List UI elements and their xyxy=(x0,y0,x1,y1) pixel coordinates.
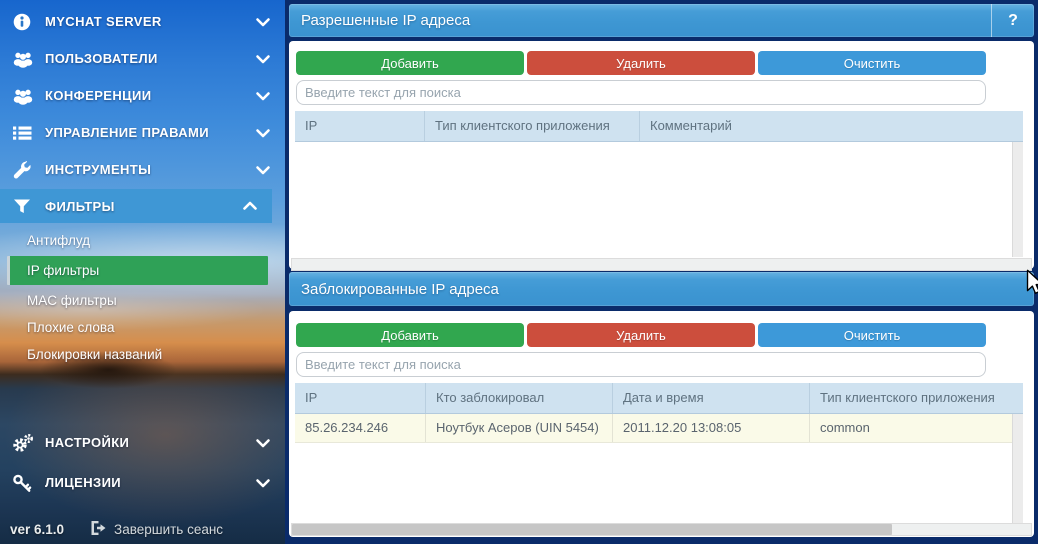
column-header-ip: IP xyxy=(295,111,425,141)
wrench-icon xyxy=(12,160,36,180)
sidebar-item-label: ФИЛЬТРЫ xyxy=(45,198,115,214)
submenu-item-label: Плохие слова xyxy=(27,320,115,335)
submenu-item-label: Антифлуд xyxy=(27,233,91,248)
table-row[interactable]: 85.26.234.246 Ноутбук Асеров (UIN 5454) … xyxy=(295,414,1023,443)
sidebar-item-tools[interactable]: ИНСТРУМЕНТЫ xyxy=(0,151,285,188)
chevron-down-icon xyxy=(253,123,273,143)
column-header-datetime: Дата и время xyxy=(613,383,810,413)
cell-client-type: common xyxy=(820,420,870,435)
horizontal-scrollbar-thumb[interactable] xyxy=(292,524,892,535)
sidebar: MYCHAT SERVER ПОЛЬЗОВАТЕЛИ КОНФЕРЕНЦИИ У… xyxy=(0,0,285,544)
table-header-row: IP Тип клиентского приложения Комментари… xyxy=(295,111,1023,142)
cell-ip: 85.26.234.246 xyxy=(295,414,426,442)
panel-title: Разрешенные IP адреса xyxy=(301,12,471,29)
cell-datetime: 2011.12.20 13:08:05 xyxy=(613,414,810,442)
search-input[interactable] xyxy=(296,80,986,105)
sidebar-item-filters[interactable]: ФИЛЬТРЫ xyxy=(0,189,272,223)
help-button[interactable]: ? xyxy=(991,4,1034,37)
submenu-item-label: IP фильтры xyxy=(27,263,100,278)
allowed-ips-table: IP Тип клиентского приложения Комментари… xyxy=(295,111,1023,257)
vertical-scrollbar[interactable] xyxy=(1012,142,1023,257)
submenu-item-antiflood[interactable]: Антифлуд xyxy=(0,227,285,254)
chevron-down-icon xyxy=(253,12,273,32)
key-icon xyxy=(12,473,36,493)
panel-title: Заблокированные IP адреса xyxy=(301,280,499,298)
sidebar-item-label: КОНФЕРЕНЦИИ xyxy=(45,88,152,103)
clear-button[interactable]: Очистить xyxy=(758,51,986,75)
sidebar-item-mychat-server[interactable]: MYCHAT SERVER xyxy=(0,3,285,40)
search-input[interactable] xyxy=(296,352,986,377)
horizontal-scrollbar[interactable] xyxy=(291,258,1032,271)
chevron-down-icon xyxy=(253,433,273,453)
column-header-ip: IP xyxy=(295,383,426,413)
vertical-scrollbar[interactable] xyxy=(1012,414,1023,523)
version-label: ver 6.1.0 xyxy=(10,521,65,537)
submenu-item-ip-filters[interactable]: IP фильтры xyxy=(7,256,268,285)
clear-button[interactable]: Очистить xyxy=(758,323,986,347)
blocked-ips-table: IP Кто заблокировал Дата и время Тип кли… xyxy=(295,383,1023,523)
table-header-row: IP Кто заблокировал Дата и время Тип кли… xyxy=(295,383,1023,414)
sidebar-item-licenses[interactable]: ЛИЦЕНЗИИ xyxy=(0,464,285,501)
sidebar-item-conferences[interactable]: КОНФЕРЕНЦИИ xyxy=(0,77,285,114)
cell-blocked-by: Ноутбук Асеров (UIN 5454) xyxy=(426,414,613,442)
column-header-client-type: Тип клиентского приложения xyxy=(425,111,640,141)
sidebar-footer: ver 6.1.0 Завершить сеанс xyxy=(0,514,285,544)
sidebar-item-label: УПРАВЛЕНИЕ ПРАВАМИ xyxy=(45,125,209,140)
sidebar-item-label: MYCHAT SERVER xyxy=(45,14,162,29)
submenu-item-label: MAC фильтры xyxy=(27,293,117,308)
chevron-down-icon xyxy=(253,473,273,493)
filter-icon xyxy=(12,196,36,216)
delete-button[interactable]: Удалить xyxy=(527,323,755,347)
allowed-ips-toolbar: Добавить Удалить Очистить xyxy=(296,51,986,75)
blocked-ips-panel-header: Заблокированные IP адреса xyxy=(289,272,1034,306)
submenu-item-mac-filters[interactable]: MAC фильтры xyxy=(0,287,285,314)
main-area: Разрешенные IP адреса ? Добавить Удалить… xyxy=(285,0,1038,544)
blocked-ips-toolbar: Добавить Удалить Очистить xyxy=(296,323,986,347)
sidebar-item-settings[interactable]: НАСТРОЙКИ xyxy=(0,424,285,461)
info-icon xyxy=(12,12,36,32)
gears-icon xyxy=(12,433,36,453)
chevron-up-icon xyxy=(240,196,260,216)
column-header-blocked-by: Кто заблокировал xyxy=(426,383,613,413)
delete-button[interactable]: Удалить xyxy=(527,51,755,75)
submenu-item-bad-words[interactable]: Плохие слова xyxy=(0,314,285,341)
chevron-down-icon xyxy=(253,86,273,106)
horizontal-scrollbar[interactable] xyxy=(291,523,1032,536)
chevron-down-icon xyxy=(253,160,273,180)
users-icon xyxy=(12,49,36,69)
sidebar-item-label: НАСТРОЙКИ xyxy=(45,435,130,450)
sidebar-item-rights-management[interactable]: УПРАВЛЕНИЕ ПРАВАМИ xyxy=(0,114,285,151)
add-button[interactable]: Добавить xyxy=(296,323,524,347)
sidebar-item-label: ПОЛЬЗОВАТЕЛИ xyxy=(45,51,158,66)
submenu-item-label: Блокировки названий xyxy=(27,347,163,362)
logout-button[interactable]: Завершить сеанс xyxy=(90,520,223,539)
sidebar-item-users[interactable]: ПОЛЬЗОВАТЕЛИ xyxy=(0,40,285,77)
filters-submenu: Антифлуд IP фильтры MAC фильтры Плохие с… xyxy=(0,227,285,368)
sidebar-item-label: ИНСТРУМЕНТЫ xyxy=(45,162,152,177)
logout-icon xyxy=(90,520,107,539)
sidebar-item-label: ЛИЦЕНЗИИ xyxy=(45,475,122,490)
list-icon xyxy=(12,123,36,143)
allowed-ips-panel-header: Разрешенные IP адреса ? xyxy=(289,4,1034,37)
column-header-client-type: Тип клиентского приложения xyxy=(820,390,995,405)
add-button[interactable]: Добавить xyxy=(296,51,524,75)
allowed-ips-panel: Добавить Удалить Очистить IP Тип клиентс… xyxy=(289,41,1034,271)
sidebar-nav: MYCHAT SERVER ПОЛЬЗОВАТЕЛИ КОНФЕРЕНЦИИ У… xyxy=(0,3,285,501)
logout-label: Завершить сеанс xyxy=(114,521,224,537)
conference-icon xyxy=(12,86,36,106)
chevron-down-icon xyxy=(253,49,273,69)
blocked-ips-panel: Добавить Удалить Очистить IP Кто заблоки… xyxy=(289,311,1034,537)
submenu-item-name-blocks[interactable]: Блокировки названий xyxy=(0,341,285,368)
column-header-comment: Комментарий xyxy=(650,118,732,133)
